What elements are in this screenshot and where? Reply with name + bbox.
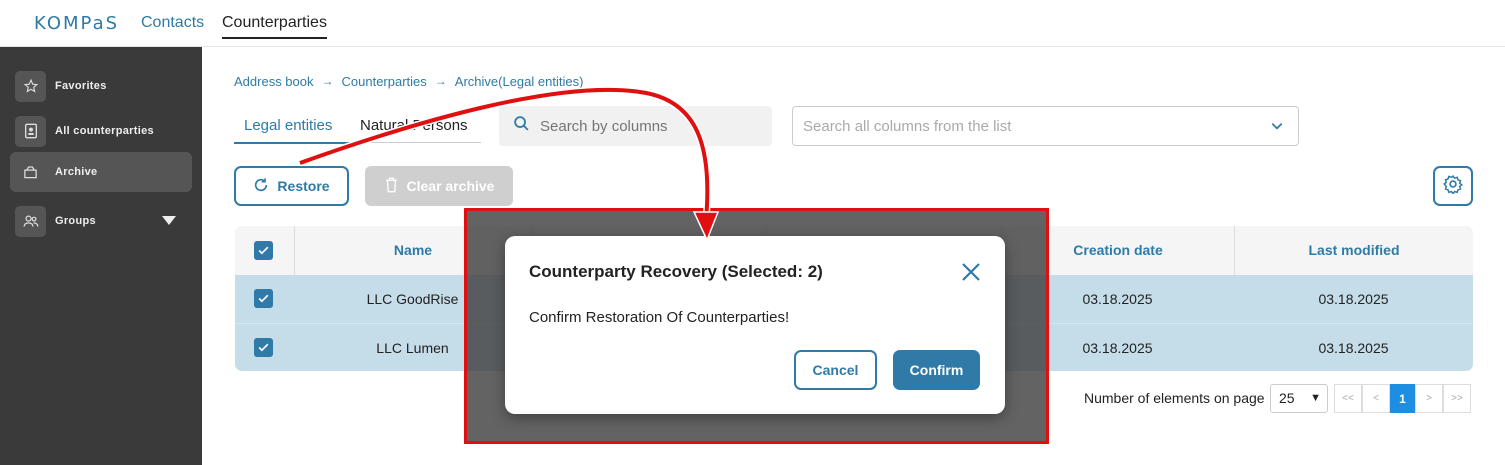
- app-logo[interactable]: KOMPaS: [34, 13, 119, 34]
- dialog-title: Counterparty Recovery (Selected: 2): [529, 262, 823, 281]
- settings-button[interactable]: [1433, 166, 1473, 206]
- column-header-last-modified[interactable]: Last modified: [1234, 226, 1473, 275]
- prev-page-button[interactable]: <: [1362, 384, 1390, 413]
- chevron-down-icon: ▼: [1310, 392, 1321, 404]
- breadcrumb-address-book[interactable]: Address book: [234, 74, 314, 89]
- cancel-button[interactable]: Cancel: [794, 350, 877, 390]
- group-users-icon: [15, 205, 46, 237]
- sidebar-item-label: Archive: [55, 166, 98, 178]
- sidebar-item-archive[interactable]: Archive: [10, 152, 192, 192]
- top-bar: KOMPaS Contacts Counterparties: [0, 0, 1505, 47]
- breadcrumb-counterparties[interactable]: Counterparties: [342, 74, 427, 89]
- first-page-button[interactable]: <<: [1334, 384, 1362, 413]
- gear-icon: [1443, 174, 1463, 199]
- close-icon[interactable]: [961, 262, 981, 282]
- sidebar-item-favorites[interactable]: Favorites: [10, 66, 192, 106]
- dialog-message: Confirm Restoration Of Counterparties!: [529, 309, 790, 326]
- search-icon: [513, 115, 530, 137]
- restore-confirmation-dialog: Counterparty Recovery (Selected: 2) Conf…: [505, 236, 1005, 414]
- sidebar-item-label: Groups: [55, 215, 96, 227]
- clear-archive-button[interactable]: Clear archive: [365, 166, 513, 206]
- nav-contacts[interactable]: Contacts: [141, 14, 204, 32]
- column-filter-placeholder: Search all columns from the list: [803, 117, 1012, 135]
- sidebar-item-label: All counterparties: [55, 125, 154, 137]
- nav-counterparties[interactable]: Counterparties: [222, 14, 327, 39]
- sidebar-item-label: Favorites: [55, 80, 107, 92]
- arrow-right-icon: →: [434, 74, 447, 88]
- chevron-down-icon: [1270, 119, 1284, 137]
- trash-icon: [384, 177, 399, 196]
- search-box: [499, 106, 772, 146]
- row-checkbox[interactable]: [254, 338, 273, 357]
- breadcrumb: Address book → Counterparties → Archive(…: [234, 74, 583, 89]
- caret-down-icon[interactable]: [162, 216, 176, 225]
- arrow-right-icon: →: [321, 74, 334, 88]
- cell-last-modified: 03.18.2025: [1318, 291, 1389, 307]
- breadcrumb-archive: Archive(Legal entities): [454, 74, 584, 89]
- contact-card-icon: [15, 115, 46, 147]
- tab-natural-persons[interactable]: Natural Persons: [360, 117, 468, 134]
- page-size-label: Number of elements on page: [1084, 390, 1265, 406]
- page-size-select[interactable]: 25 ▼: [1270, 384, 1328, 413]
- last-page-button[interactable]: >>: [1443, 384, 1471, 413]
- sidebar-item-all-counterparties[interactable]: All counterparties: [10, 111, 192, 151]
- tab-legal-entities[interactable]: Legal entities: [244, 117, 332, 134]
- search-input[interactable]: [540, 117, 740, 135]
- refresh-icon: [253, 177, 269, 196]
- next-page-button[interactable]: >: [1415, 384, 1443, 413]
- restore-button[interactable]: Restore: [234, 166, 349, 206]
- clear-archive-label: Clear archive: [406, 178, 495, 194]
- select-all-checkbox[interactable]: [254, 241, 273, 260]
- tab-divider: [350, 142, 481, 143]
- current-page-button[interactable]: 1: [1390, 384, 1415, 413]
- page-size-value: 25: [1279, 390, 1295, 406]
- confirm-button[interactable]: Confirm: [893, 350, 980, 390]
- row-checkbox[interactable]: [254, 289, 273, 308]
- sidebar-item-groups[interactable]: Groups: [10, 201, 192, 241]
- column-filter-select[interactable]: Search all columns from the list: [792, 106, 1299, 146]
- active-tab-indicator: [234, 142, 350, 144]
- star-icon: [15, 70, 46, 102]
- restore-label: Restore: [277, 178, 330, 194]
- sidebar: Favorites All counterparties Archive Gro…: [0, 47, 202, 465]
- cell-last-modified: 03.18.2025: [1318, 340, 1389, 356]
- archive-box-icon: [15, 156, 46, 188]
